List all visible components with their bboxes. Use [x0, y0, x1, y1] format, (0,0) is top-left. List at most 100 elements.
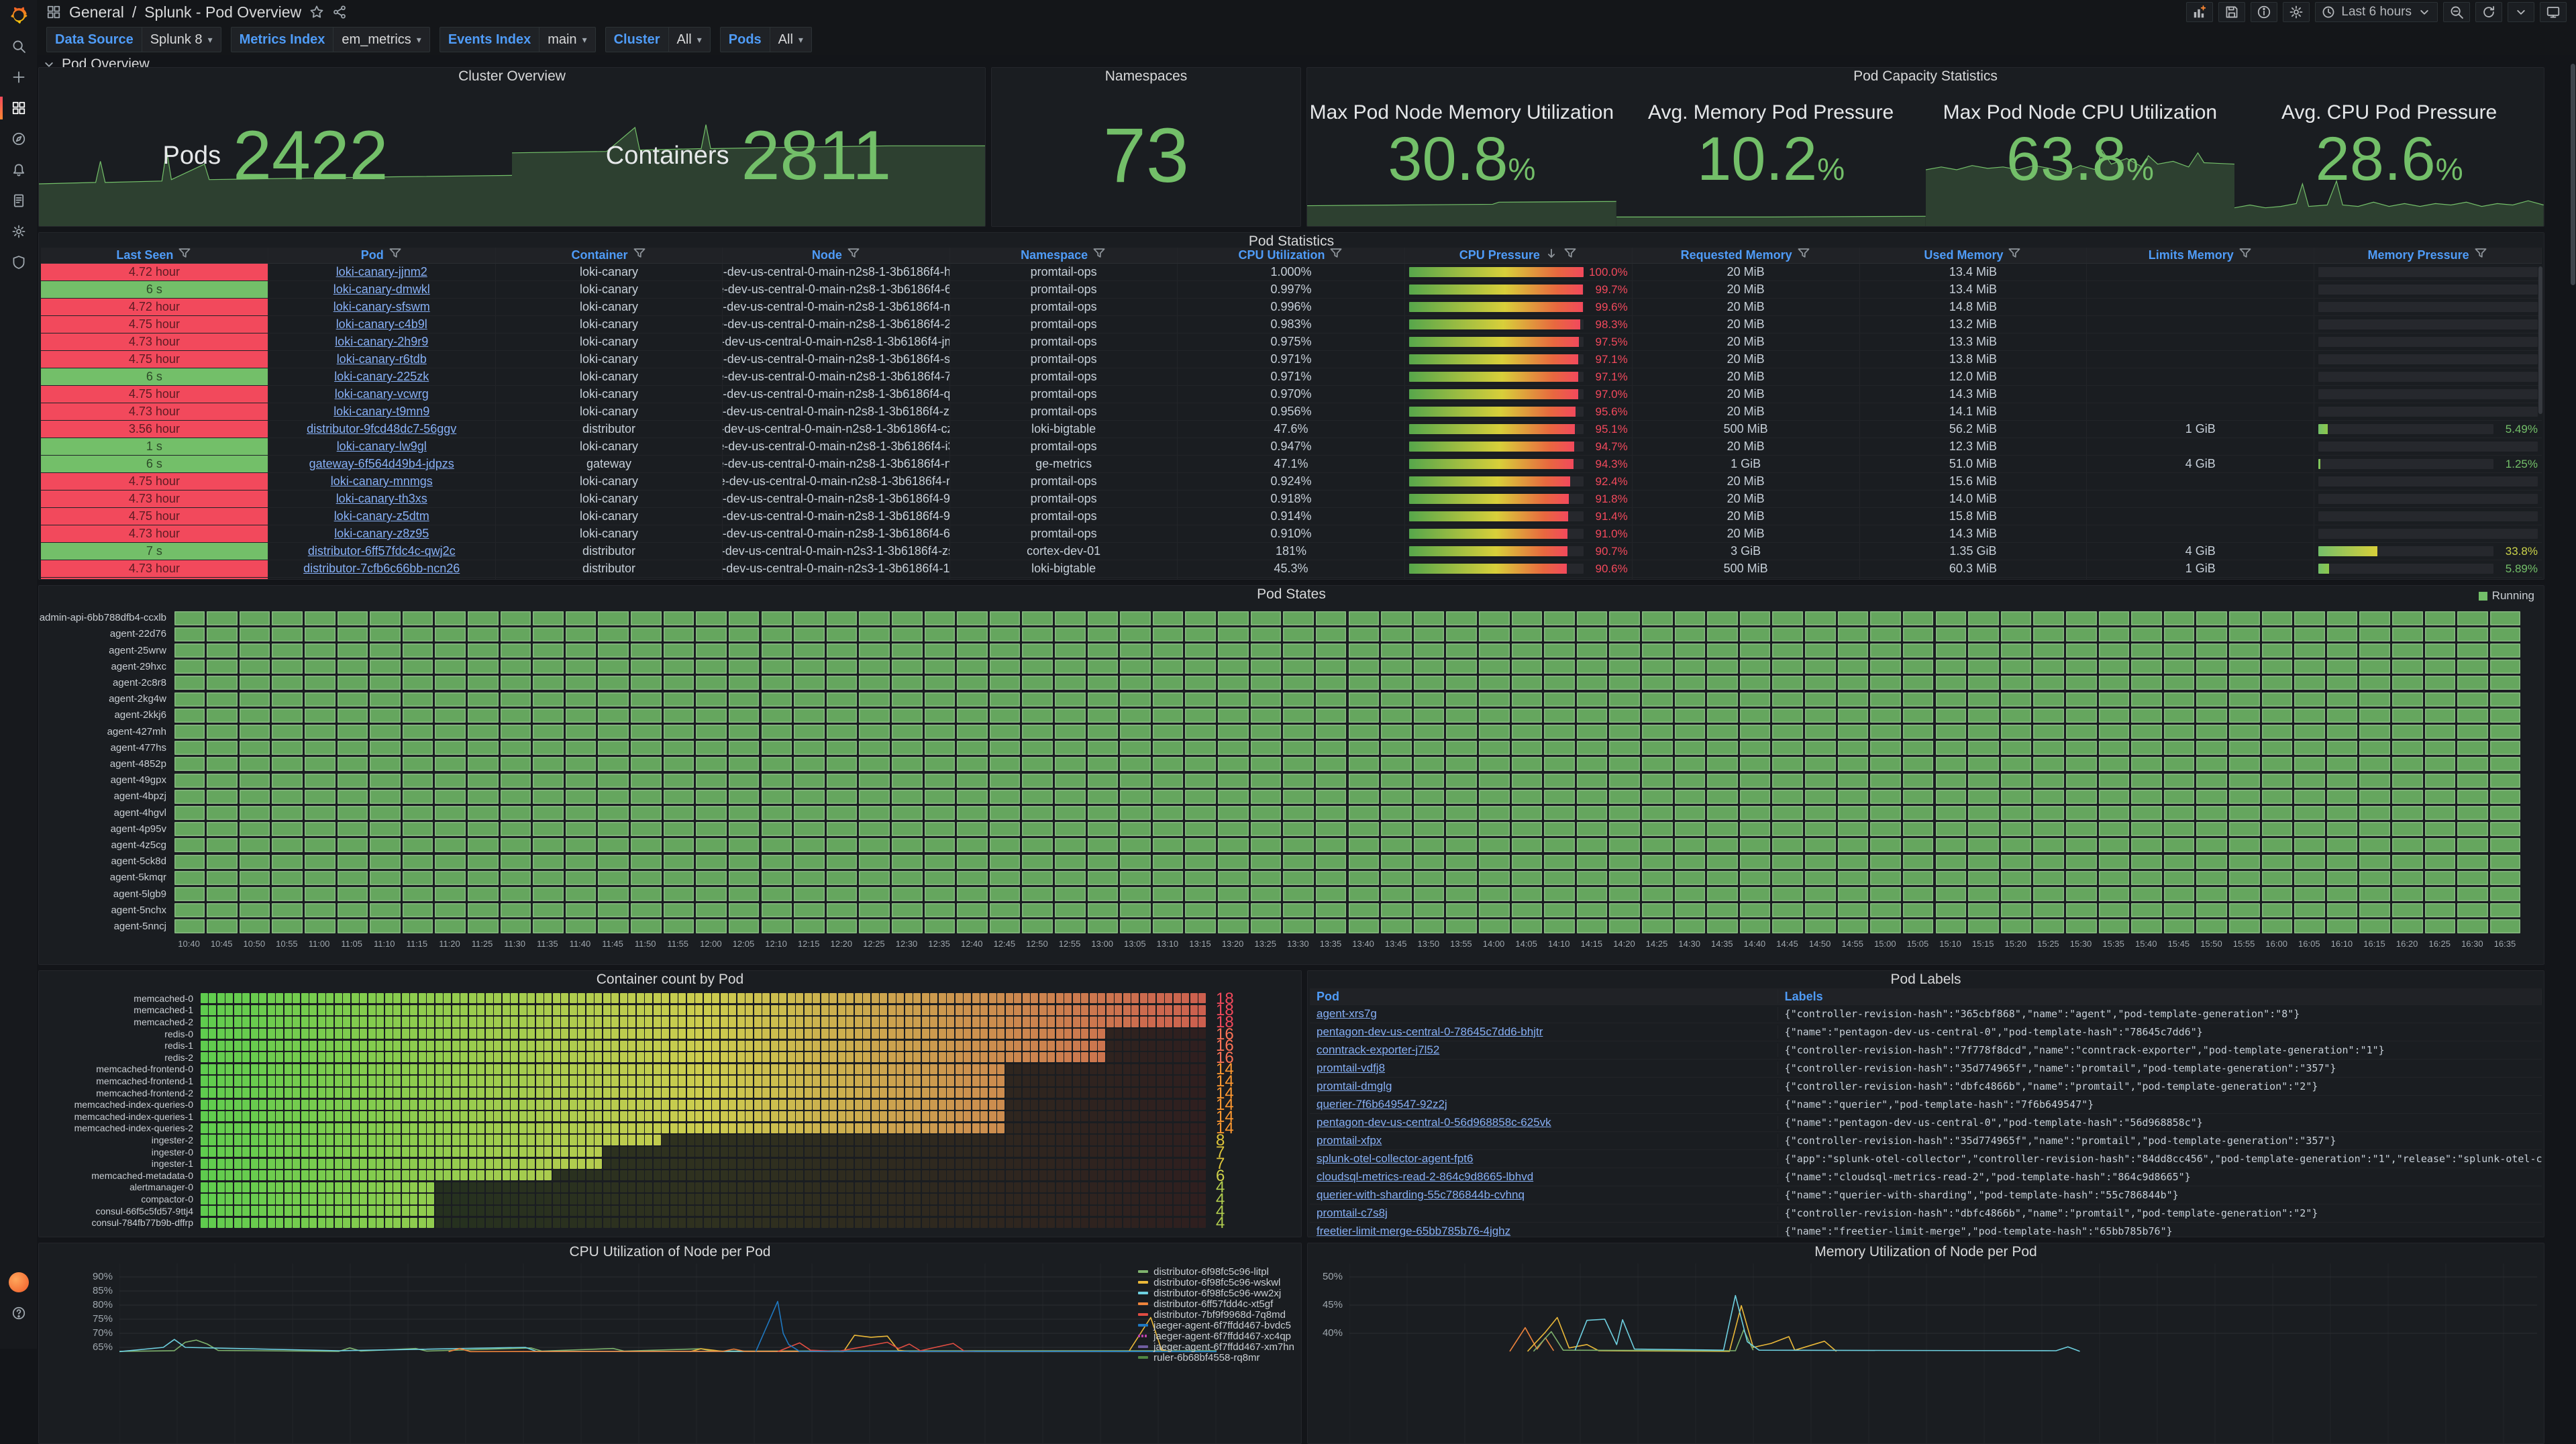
legend-item[interactable]: ruler-6b68bf4558-rq8mr: [1138, 1352, 1294, 1363]
filter-funnel-icon[interactable]: [846, 248, 861, 263]
save-dashboard-button[interactable]: [2218, 2, 2245, 22]
sidebar-create[interactable]: [0, 62, 37, 93]
filter-funnel-icon[interactable]: [177, 248, 192, 263]
filter-funnel-icon[interactable]: [2238, 248, 2253, 263]
sidebar-admin[interactable]: [0, 247, 37, 278]
pod-link[interactable]: loki-canary-th3xs: [336, 492, 427, 506]
column-header-cpu-pressure[interactable]: CPU Pressure: [1405, 248, 1633, 263]
pod-link[interactable]: loki-canary-dmwkl: [333, 282, 430, 297]
pod-link[interactable]: loki-canary-2h9r9: [335, 335, 428, 349]
column-header-cpu-utilization[interactable]: CPU Utilization: [1178, 248, 1405, 263]
panel-title[interactable]: Namespaces: [992, 68, 1300, 85]
pod-link[interactable]: distributor-9fcd48dc7-56ggv: [307, 422, 456, 436]
dashboard-settings-button[interactable]: [2283, 2, 2310, 22]
pod-link[interactable]: loki-canary-z5dtm: [334, 509, 429, 523]
dashboard-insights-button[interactable]: [2251, 2, 2277, 22]
legend-item[interactable]: distributor-6f98fc5c96-ww2xj: [1138, 1288, 1294, 1298]
tv-mode-button[interactable]: [2540, 2, 2567, 22]
pod-link[interactable]: loki-canary-jjnm2: [336, 265, 427, 279]
sidebar-help[interactable]: [0, 1298, 37, 1329]
panel-title[interactable]: Cluster Overview: [39, 68, 985, 85]
sidebar-alerting[interactable]: [0, 154, 37, 185]
sidebar-dashboards[interactable]: [0, 93, 37, 123]
sidebar-explore[interactable]: [0, 123, 37, 154]
variable-metrics-index[interactable]: Metrics Indexem_metrics▾: [231, 27, 430, 52]
pod-link[interactable]: splunk-otel-collector-agent-fpt6: [1317, 1152, 1473, 1165]
column-header-pod[interactable]: Pod: [268, 248, 496, 263]
pod-link[interactable]: loki-canary-c4b9l: [336, 317, 427, 331]
column-header-pod[interactable]: Pod: [1310, 990, 1778, 1004]
page-scrollbar[interactable]: [2571, 64, 2575, 285]
variable-value-dropdown[interactable]: Splunk 8▾: [142, 27, 221, 52]
panel-title[interactable]: Pod Labels: [1308, 971, 2544, 988]
pod-link[interactable]: promtail-xfpx: [1317, 1134, 1382, 1147]
table-scrollbar[interactable]: [2538, 266, 2542, 414]
filter-funnel-icon[interactable]: [632, 248, 647, 263]
filter-funnel-icon[interactable]: [1796, 248, 1811, 263]
pod-link[interactable]: loki-canary-vcwrg: [335, 387, 429, 401]
breadcrumb-title[interactable]: Splunk - Pod Overview: [144, 3, 301, 21]
filter-funnel-icon[interactable]: [1329, 248, 1343, 263]
pod-link[interactable]: loki-canary-t9mn9: [333, 405, 429, 419]
grafana-logo[interactable]: [0, 0, 37, 31]
sidebar-snapshots[interactable]: [0, 185, 37, 216]
pod-link[interactable]: distributor-6ff57fdc4c-qwj2c: [308, 544, 456, 558]
pod-link[interactable]: conntrack-exporter-j7l52: [1317, 1043, 1439, 1056]
refresh-interval-dropdown[interactable]: [2508, 2, 2534, 22]
pod-link[interactable]: promtail-c7s8j: [1317, 1206, 1388, 1219]
filter-funnel-icon[interactable]: [1563, 248, 1578, 263]
time-range-picker[interactable]: Last 6 hours: [2315, 2, 2438, 22]
pod-link[interactable]: loki-canary-mnmgs: [331, 474, 433, 488]
column-header-node[interactable]: Node: [723, 248, 950, 263]
pod-link[interactable]: loki-canary-r6tdb: [337, 352, 427, 366]
pod-link[interactable]: agent-xrs7g: [1317, 1007, 1377, 1020]
column-header-container[interactable]: Container: [496, 248, 723, 263]
pod-link[interactable]: gateway-6f564d49b4-jdpzs: [309, 457, 454, 471]
filter-funnel-icon[interactable]: [2473, 248, 2488, 263]
pod-link[interactable]: promtail-dmglg: [1317, 1080, 1392, 1092]
legend-item[interactable]: distributor-7bf9f9968d-7q8md: [1138, 1309, 1294, 1320]
variable-data-source[interactable]: Data SourceSplunk 8▾: [46, 27, 221, 52]
column-header-limits-memory[interactable]: Limits Memory: [2087, 248, 2314, 263]
star-icon[interactable]: [309, 5, 324, 19]
add-panel-button[interactable]: [2186, 2, 2213, 22]
variable-value-dropdown[interactable]: All▾: [770, 27, 812, 52]
column-header-memory-pressure[interactable]: Memory Pressure: [2314, 248, 2542, 263]
pod-link[interactable]: loki-canary-z8z95: [334, 527, 429, 541]
column-header-labels[interactable]: Labels: [1778, 990, 2542, 1004]
pod-link[interactable]: cloudsql-metrics-read-2-864c9d8665-lbhvd: [1317, 1170, 1533, 1183]
variable-cluster[interactable]: ClusterAll▾: [605, 27, 711, 52]
column-header-last-seen[interactable]: Last Seen: [41, 248, 268, 263]
share-icon[interactable]: [332, 5, 347, 19]
legend-item[interactable]: distributor-6f98fc5c96-wskwl: [1138, 1277, 1294, 1288]
pod-link[interactable]: querier-7f6b649547-92z2j: [1317, 1098, 1447, 1111]
user-avatar[interactable]: [0, 1267, 37, 1298]
variable-value-dropdown[interactable]: main▾: [539, 27, 595, 52]
pod-link[interactable]: pentagon-dev-us-central-0-78645c7dd6-bhj…: [1317, 1025, 1543, 1038]
pod-link[interactable]: promtail-vdfj8: [1317, 1062, 1385, 1074]
pod-link[interactable]: distributor-7cfb6c66bb-ncn26: [303, 562, 460, 576]
legend-item[interactable]: jaeger-agent-6f7ffdd467-bvdc5: [1138, 1320, 1294, 1331]
breadcrumb[interactable]: General / Splunk - Pod Overview: [46, 3, 347, 21]
filter-funnel-icon[interactable]: [2007, 248, 2022, 263]
variable-pods[interactable]: PodsAll▾: [720, 27, 812, 52]
pod-link[interactable]: pentagon-dev-us-central-0-56d968858c-625…: [1317, 1116, 1551, 1129]
pod-link[interactable]: loki-canary-lw9gl: [337, 440, 427, 454]
sidebar-search[interactable]: [0, 31, 37, 62]
filter-funnel-icon[interactable]: [1092, 248, 1106, 263]
pod-link[interactable]: querier-with-sharding-55c786844b-cvhnq: [1317, 1188, 1525, 1201]
refresh-button[interactable]: [2475, 2, 2502, 22]
panel-title[interactable]: Pod Capacity Statistics: [1307, 68, 2544, 85]
variable-value-dropdown[interactable]: em_metrics▾: [333, 27, 429, 52]
variable-events-index[interactable]: Events Indexmain▾: [440, 27, 596, 52]
column-header-used-memory[interactable]: Used Memory: [1860, 248, 2088, 263]
legend-item[interactable]: distributor-6ff57fdd4c-xt5gf: [1138, 1298, 1294, 1309]
column-header-namespace[interactable]: Namespace: [950, 248, 1178, 263]
pod-link[interactable]: loki-canary-225zk: [334, 370, 429, 384]
legend-item[interactable]: distributor-6f98fc5c96-litpl: [1138, 1266, 1294, 1277]
breadcrumb-section[interactable]: General: [69, 3, 124, 21]
pod-link[interactable]: loki-canary-sfswm: [333, 300, 430, 314]
sidebar-configuration[interactable]: [0, 216, 37, 247]
legend-item[interactable]: jaeger-agent-6f7ffdd467-xc4qp: [1138, 1331, 1294, 1341]
legend-item[interactable]: jaeger-agent-6f7ffdd467-xm7hn: [1138, 1341, 1294, 1352]
